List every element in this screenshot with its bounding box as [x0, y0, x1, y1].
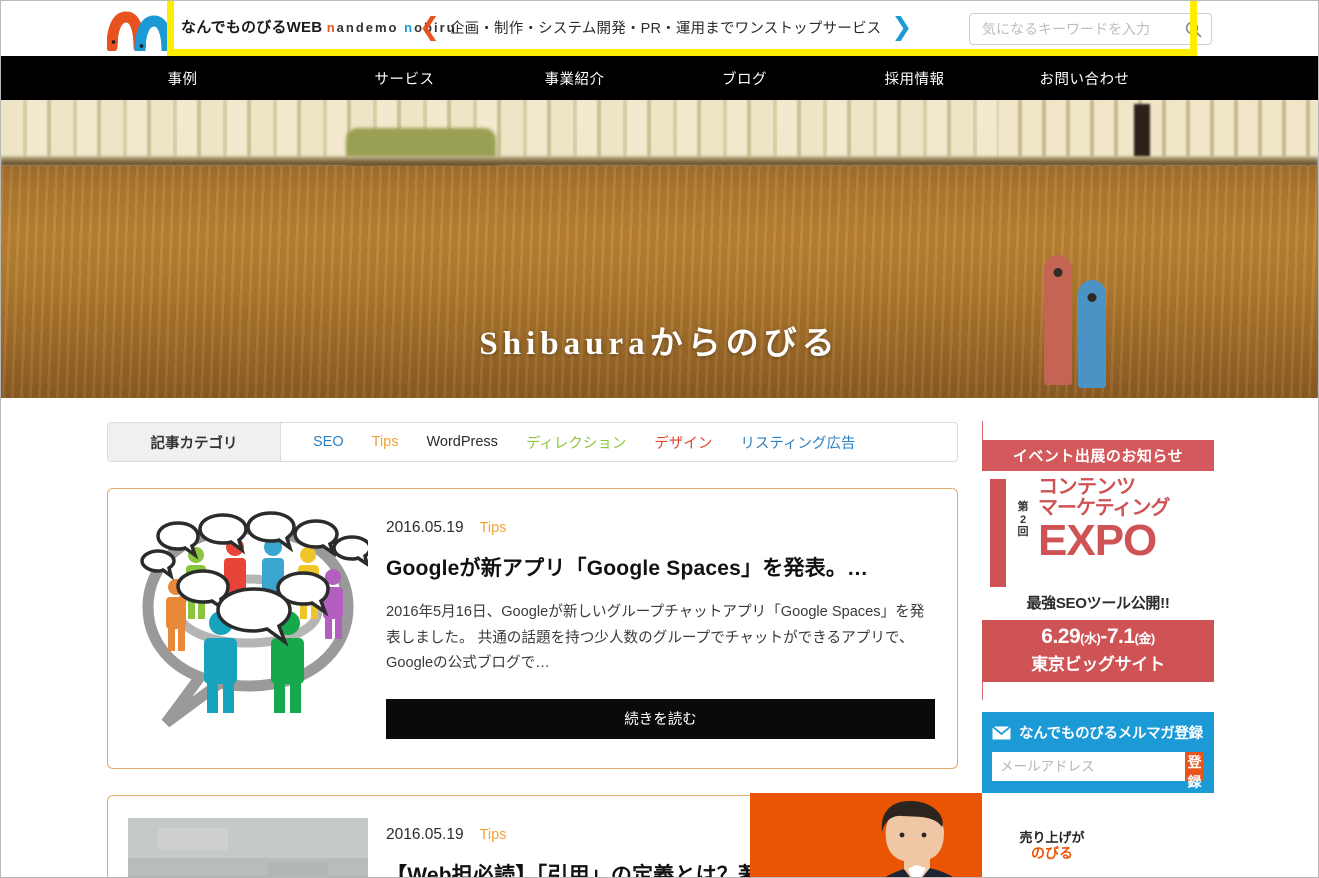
- expo-line3: EXPO: [1038, 516, 1157, 565]
- newsletter-header: なんでものびるメルマガ登録: [992, 722, 1204, 743]
- article-thumbnail[interactable]: [128, 511, 368, 746]
- search-icon: [1185, 21, 1201, 37]
- hero-title: Shibauraからのびる: [479, 326, 840, 362]
- expo-venue: 東京ビッグサイト: [1031, 655, 1165, 674]
- article-excerpt: 2016年5月16日、Googleが新しいグループチャットアプリ「Google …: [386, 604, 925, 672]
- logo-title: なんでものびるWEB: [181, 19, 323, 37]
- sidebar: イベント出展のお知らせ 第 2 回 コンテンツ マーケティング EXPO 最強S…: [750, 421, 1214, 877]
- header-tagline-text: 企画・制作・システム開発・PR・運用までワンストップサービス: [449, 21, 882, 37]
- chevron-right-icon: ❯: [891, 13, 913, 41]
- logo-text: なんでものびるWEB nandemo nobiru: [181, 20, 457, 37]
- expo-date-start-day: (水): [1080, 631, 1101, 646]
- expo-banner-header: イベント出展のお知らせ: [982, 440, 1214, 471]
- expo-date-start: 6.29: [1041, 625, 1081, 648]
- article-category[interactable]: Tips: [480, 827, 507, 843]
- expo-edition-kai: 回: [1017, 526, 1029, 539]
- category-listing-ads[interactable]: リスティング広告: [726, 432, 869, 453]
- nav-item-contact[interactable]: お問い合わせ: [1000, 56, 1170, 100]
- header-tagline: ❮ 企画・制作・システム開発・PR・運用までワンストップサービス ❯: [419, 15, 912, 40]
- browser-viewport: なんでものびるWEB nandemo nobiru ❮ 企画・制作・システム開発…: [0, 0, 1319, 878]
- category-bar-label: 記事カテゴリ: [108, 423, 281, 461]
- article-thumbnail[interactable]: [128, 818, 368, 877]
- main-navigation: 事例 サービス 事業紹介 ブログ 採用情報 お問い合わせ: [1, 56, 1318, 100]
- article-card[interactable]: 2016.05.19 Tips Googleが新アプリ「Google Space…: [107, 488, 958, 769]
- expo-main-text: コンテンツ マーケティング EXPO: [1038, 476, 1206, 565]
- article-body: 2016.05.19 Tips Googleが新アプリ「Google Space…: [386, 511, 935, 746]
- expo-line1: コンテンツ: [1038, 476, 1136, 498]
- expo-edition-dai: 第: [1017, 501, 1029, 513]
- group-chat-illustration-icon: [140, 511, 368, 728]
- expo-footer: 6.29(水)-7.1(金) 東京ビッグサイト: [982, 620, 1214, 682]
- article-date: 2016.05.19: [386, 826, 464, 843]
- search-box[interactable]: [969, 13, 1212, 45]
- hero-doorway: [1134, 104, 1150, 164]
- article-date: 2016.05.19: [386, 519, 464, 536]
- nandemo-nobiru-logo-icon: [107, 10, 169, 51]
- newsletter-title: なんでものびるメルマガ登録: [1019, 726, 1203, 742]
- nav-item-jirei[interactable]: 事例: [150, 56, 320, 100]
- category-tips[interactable]: Tips: [358, 434, 413, 450]
- content-area: 記事カテゴリ SEO Tips WordPress ディレクション デザイン リ…: [1, 421, 1318, 877]
- expo-row: 第 2 回 コンテンツ マーケティング EXPO: [990, 477, 1206, 587]
- chevron-left-icon: ❮: [419, 13, 440, 41]
- expo-banner-body: 第 2 回 コンテンツ マーケティング EXPO 最強SEOツール公開!!: [982, 471, 1214, 620]
- nav-item-service[interactable]: サービス: [320, 56, 490, 100]
- newsletter-form: 登録: [992, 752, 1204, 790]
- nav-item-saiyou[interactable]: 採用情報: [830, 56, 1000, 100]
- search-button[interactable]: [1175, 14, 1211, 44]
- article-meta: 2016.05.19 Tips: [386, 519, 935, 537]
- newsletter-submit-button[interactable]: 登録: [1185, 752, 1204, 790]
- mail-icon: [992, 725, 1011, 739]
- concrete-wall-image: [128, 818, 368, 877]
- read-more-button[interactable]: 続きを読む: [386, 698, 935, 739]
- expo-date-end-day: (金): [1134, 631, 1156, 646]
- category-direction[interactable]: ディレクション: [512, 432, 640, 453]
- expo-edition-num: 2: [1019, 513, 1027, 526]
- newsletter-box: なんでものびるメルマガ登録 登録: [982, 712, 1214, 793]
- expo-date: 6.29(水)-7.1(金): [982, 625, 1214, 649]
- newsletter-email-input[interactable]: [992, 752, 1185, 781]
- article-title[interactable]: Googleが新アプリ「Google Spaces」を発表。…: [386, 555, 935, 582]
- category-bar: 記事カテゴリ SEO Tips WordPress ディレクション デザイン リ…: [107, 422, 958, 462]
- site-header: なんでものびるWEB nandemo nobiru ❮ 企画・制作・システム開発…: [1, 1, 1318, 56]
- expo-banner[interactable]: イベント出展のお知らせ 第 2 回 コンテンツ マーケティング EXPO 最強S…: [982, 421, 1214, 700]
- expo-date-end: 7.1: [1106, 625, 1135, 648]
- article-category[interactable]: Tips: [480, 520, 507, 536]
- nav-item-jigyou[interactable]: 事業紹介: [490, 56, 660, 100]
- mascot-eye-icon: [1087, 293, 1097, 302]
- mascot-eye-icon: [1053, 268, 1063, 277]
- hero-baseboard: [1, 156, 1318, 166]
- category-design[interactable]: デザイン: [640, 432, 726, 453]
- search-input[interactable]: [970, 21, 1175, 37]
- expo-tagline: 最強SEOツール公開!!: [1026, 595, 1170, 612]
- site-logo[interactable]: なんでものびるWEB nandemo nobiru: [107, 7, 457, 51]
- nav-inner: 事例 サービス 事業紹介 ブログ 採用情報 お問い合わせ: [150, 56, 1170, 100]
- expo-red-bar: [990, 479, 1006, 587]
- expo-edition: 第 2 回: [1010, 477, 1036, 539]
- category-wordpress[interactable]: WordPress: [412, 434, 511, 450]
- category-list: SEO Tips WordPress ディレクション デザイン リスティング広告: [281, 423, 870, 461]
- nav-item-blog[interactable]: ブログ: [660, 56, 830, 100]
- hero-banner: Shibauraからのびる: [1, 100, 1318, 398]
- category-seo[interactable]: SEO: [299, 434, 358, 450]
